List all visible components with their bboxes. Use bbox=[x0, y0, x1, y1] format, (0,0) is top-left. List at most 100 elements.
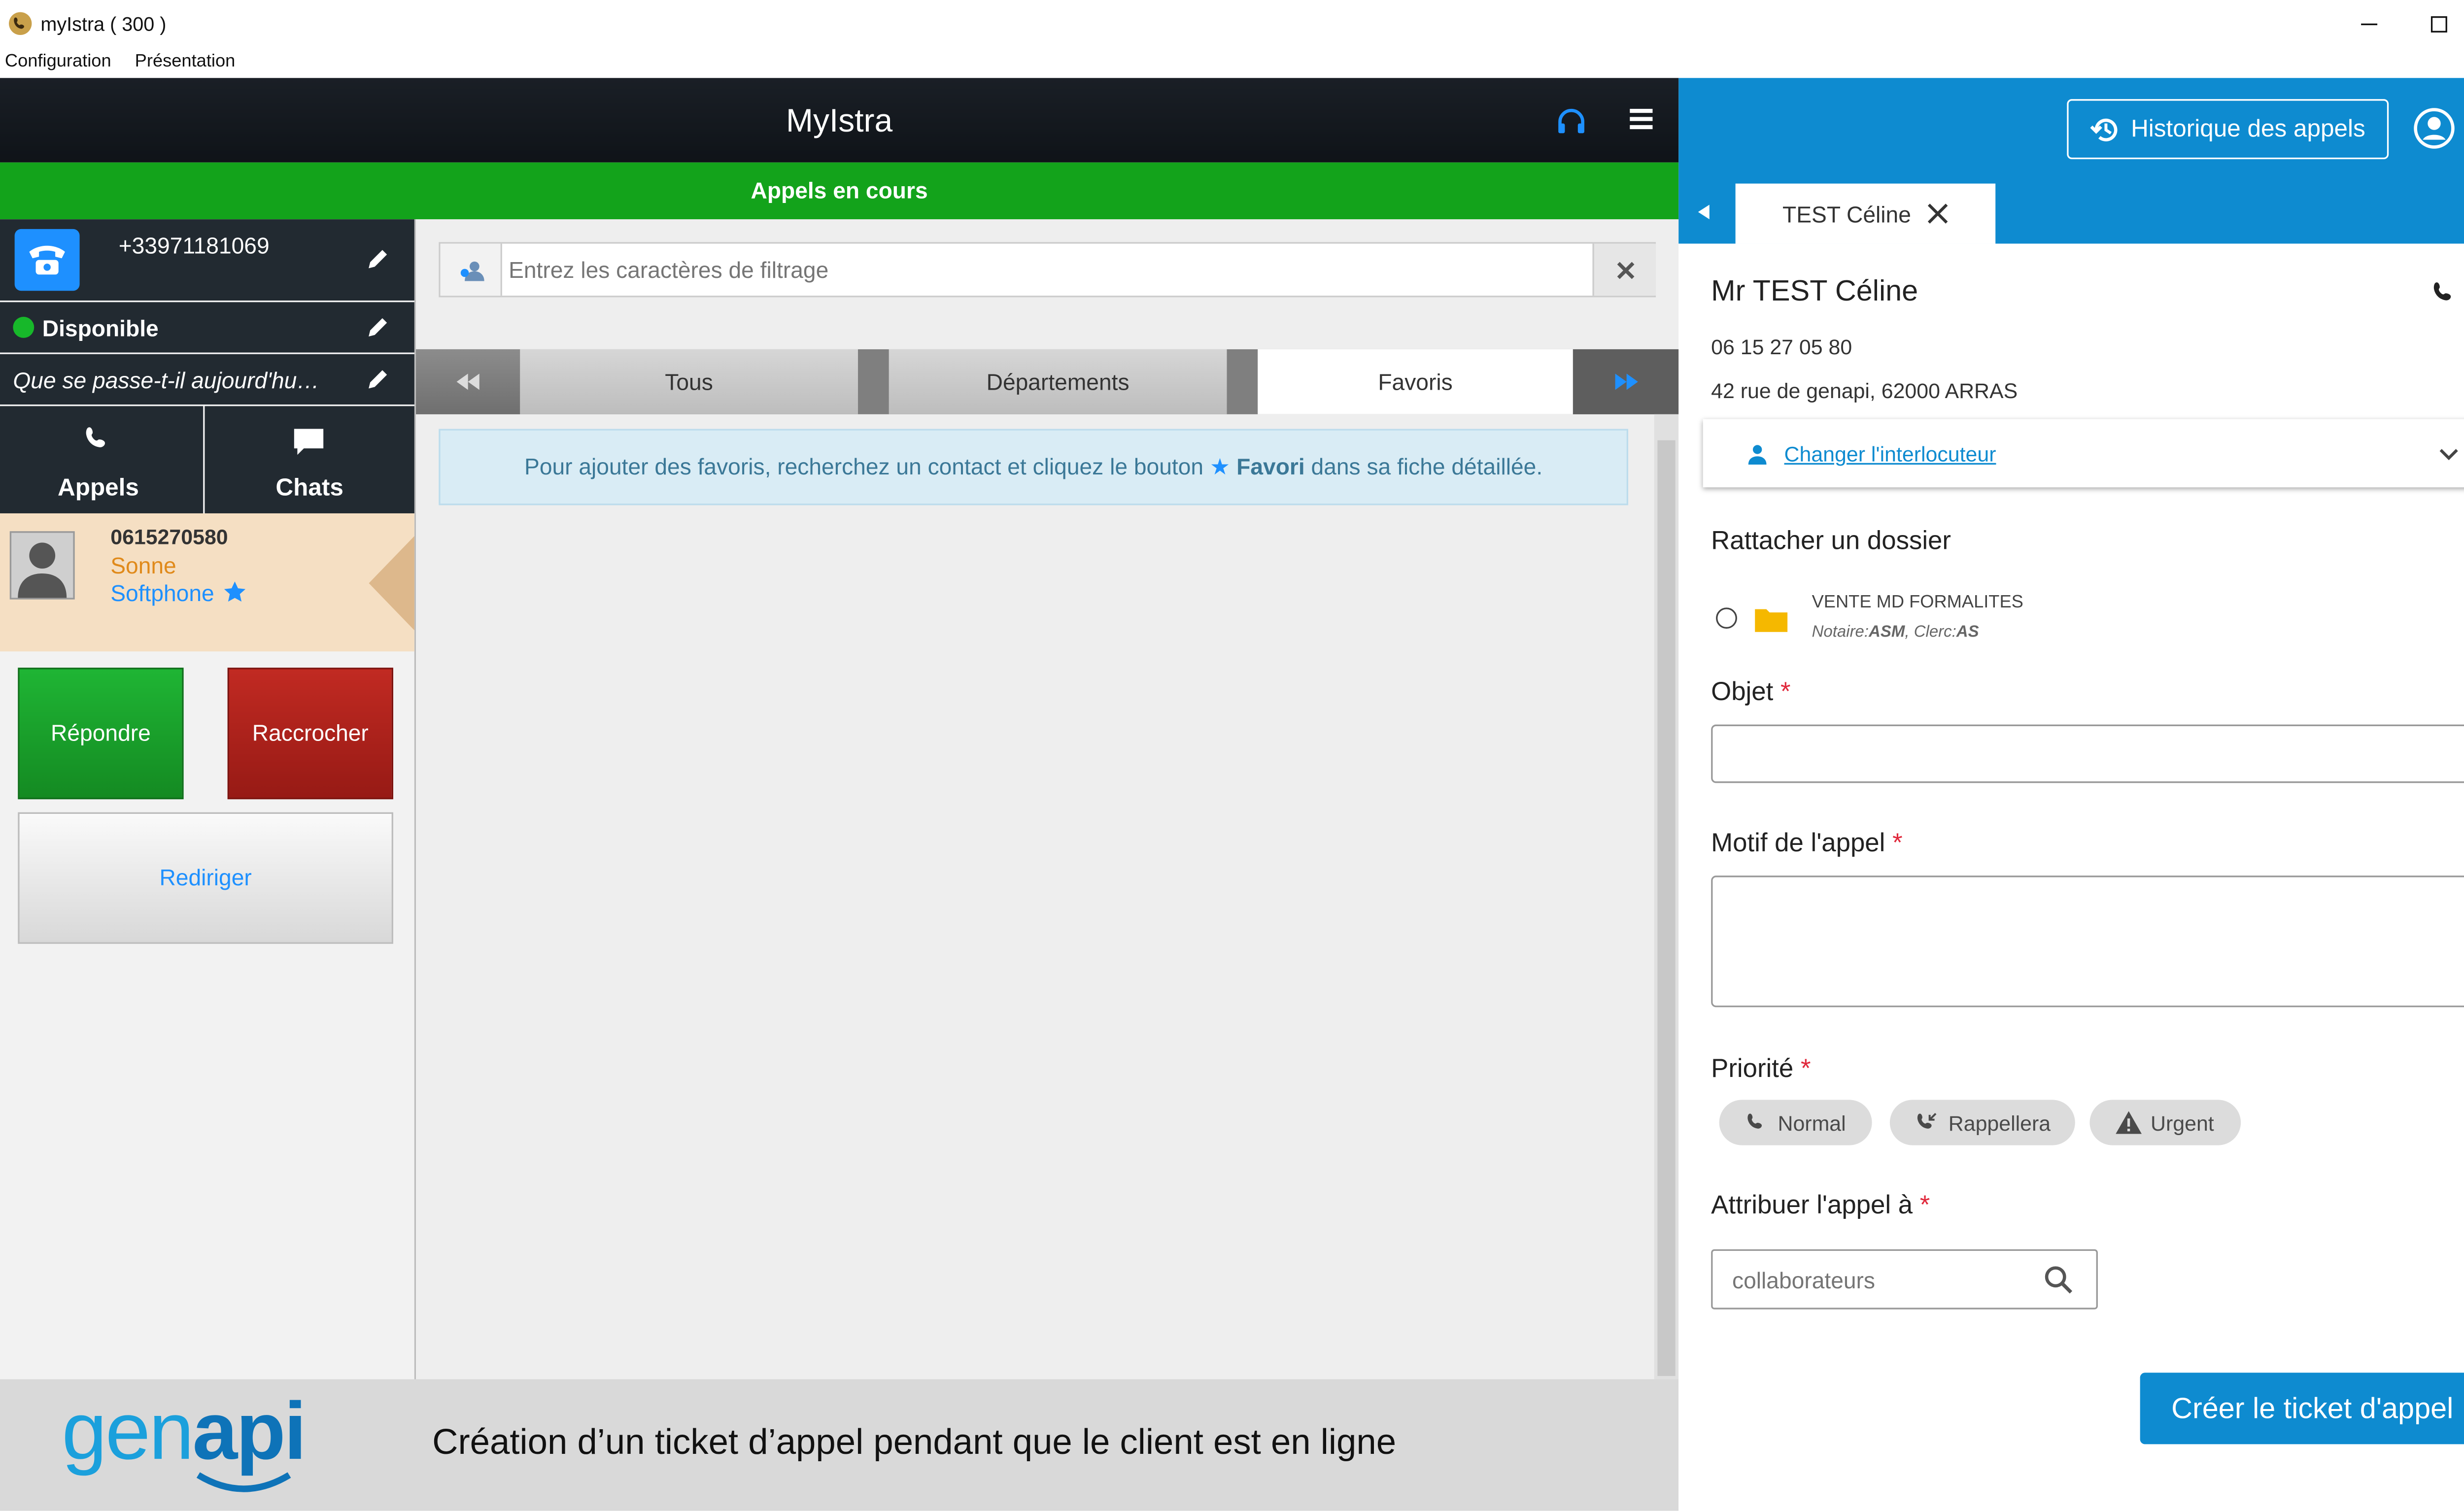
info-star-icon: ★ bbox=[1209, 453, 1231, 479]
priority-rappellera-label: Rappellera bbox=[1948, 1110, 2051, 1135]
contact-address: 42 rue de genapi, 62000 ARRAS bbox=[1711, 378, 2018, 403]
folder-radio[interactable] bbox=[1716, 607, 1737, 629]
tab-chats-label: Chats bbox=[275, 474, 343, 502]
notaire-label: Notaire: bbox=[1812, 624, 1869, 642]
folder-icon bbox=[1753, 604, 1789, 634]
tab-favoris[interactable]: Favoris bbox=[1258, 349, 1573, 414]
logo-api: api bbox=[192, 1385, 307, 1477]
folder-meta: Notaire:ASM, Clerc:AS bbox=[1812, 624, 1979, 641]
footer-banner: genapi Création d’un ticket d’appel pend… bbox=[0, 1379, 1679, 1511]
prev-tabs-icon[interactable] bbox=[416, 349, 520, 414]
filter-input[interactable] bbox=[505, 243, 1584, 296]
status-row[interactable]: Disponible bbox=[0, 302, 414, 353]
chevron-down-icon[interactable] bbox=[2439, 448, 2459, 461]
user-account-icon[interactable] bbox=[2413, 107, 2459, 150]
reason-label-text: Motif de l'appel bbox=[1711, 830, 1885, 858]
contact-tab-label: TEST Céline bbox=[1782, 201, 1911, 227]
clear-filter-icon[interactable] bbox=[1592, 243, 1656, 296]
clerc-value: AS bbox=[1956, 624, 1979, 642]
object-label-text: Objet bbox=[1711, 679, 1774, 707]
minimize-icon[interactable] bbox=[2353, 8, 2386, 40]
center-scrollbar[interactable] bbox=[1654, 414, 1679, 1379]
maximize-icon[interactable] bbox=[2423, 8, 2455, 40]
history-icon bbox=[2090, 113, 2123, 145]
chat-bubble-icon bbox=[291, 426, 327, 458]
contact-tab[interactable]: TEST Céline bbox=[1735, 183, 1996, 244]
mood-text: Que se passe-t-il aujourd'hu… bbox=[13, 367, 320, 393]
phone-icon bbox=[83, 424, 115, 457]
person-icon bbox=[1747, 443, 1768, 465]
priority-label-text: Priorité bbox=[1711, 1056, 1794, 1084]
reason-textarea[interactable] bbox=[1711, 875, 2464, 1007]
status-label: Disponible bbox=[42, 315, 159, 341]
contact-name: Mr TEST Céline bbox=[1711, 274, 1918, 307]
telephone-icon bbox=[14, 229, 80, 291]
hamburger-menu-icon[interactable] bbox=[1628, 105, 1654, 132]
edit-number-icon[interactable] bbox=[366, 247, 390, 271]
selection-arrow bbox=[369, 536, 414, 631]
priority-urgent-label: Urgent bbox=[2151, 1110, 2214, 1135]
edit-status-icon[interactable] bbox=[366, 315, 390, 339]
sidebar: +33971181069 Disponible Que se passe-t-i… bbox=[0, 219, 416, 1379]
object-label: Objet * bbox=[1711, 679, 1790, 708]
history-button[interactable]: Historique des appels bbox=[2067, 99, 2389, 160]
assign-input[interactable] bbox=[1729, 1254, 2028, 1307]
clerc-label: , Clerc: bbox=[1905, 624, 1956, 642]
favorites-info: Pour ajouter des favoris, recherchez un … bbox=[439, 429, 1628, 505]
app-header: MyIstra bbox=[0, 78, 1679, 163]
calls-banner[interactable]: Appels en cours bbox=[0, 162, 1679, 220]
contact-phone: 06 15 27 05 80 bbox=[1711, 335, 1852, 359]
object-select[interactable] bbox=[1711, 724, 2464, 783]
headset-icon[interactable] bbox=[1555, 105, 1588, 138]
status-dot-icon bbox=[13, 316, 34, 338]
change-contact-panel[interactable]: Changer l'interlocuteur bbox=[1703, 419, 2464, 488]
close-tab-icon[interactable] bbox=[1927, 203, 1949, 224]
assign-label-text: Attribuer l'appel à bbox=[1711, 1192, 1913, 1220]
assign-field[interactable] bbox=[1711, 1249, 2098, 1310]
incoming-call-card[interactable]: 0615270580 Sonne Softphone bbox=[0, 513, 414, 652]
line-row: +33971181069 bbox=[0, 219, 414, 301]
search-icon[interactable] bbox=[2044, 1266, 2073, 1295]
center-scroll-thumb[interactable] bbox=[1657, 440, 1676, 1376]
reason-label: Motif de l'appel * bbox=[1711, 830, 1902, 859]
mood-row[interactable]: Que se passe-t-il aujourd'hu… bbox=[0, 354, 414, 405]
priority-urgent[interactable]: Urgent bbox=[2089, 1100, 2241, 1145]
next-tabs-icon[interactable] bbox=[1573, 349, 1679, 414]
menu-configuration[interactable]: Configuration bbox=[5, 52, 111, 72]
create-ticket-button[interactable]: Créer le ticket d'appel bbox=[2140, 1373, 2464, 1444]
history-label: Historique des appels bbox=[2131, 115, 2365, 143]
tab-appels-label: Appels bbox=[58, 474, 139, 502]
tab-departements[interactable]: Départements bbox=[889, 349, 1227, 414]
answer-button[interactable]: Répondre bbox=[18, 668, 184, 800]
tab-chats[interactable]: Chats bbox=[205, 406, 414, 513]
info-suffix: dans sa fiche détaillée. bbox=[1311, 453, 1543, 479]
priority-label: Priorité * bbox=[1711, 1056, 1811, 1085]
info-prefix: Pour ajouter des favoris, recherchez un … bbox=[524, 453, 1204, 479]
tab-tous[interactable]: Tous bbox=[520, 349, 858, 414]
filter-bar bbox=[439, 242, 1656, 298]
attach-title: Rattacher un dossier bbox=[1711, 528, 1951, 556]
caller-number: 0615270580 bbox=[110, 525, 228, 549]
directory-panel: Tous Départements Favoris Pour ajouter d… bbox=[416, 219, 1679, 1379]
menu-presentation[interactable]: Présentation bbox=[135, 52, 236, 72]
ticket-form: Mr TEST Céline 1 06 15 27 05 80 42 rue d… bbox=[1678, 243, 2464, 1511]
ticket-header: Historique des appels TEST Céline bbox=[1678, 78, 2464, 244]
footer-caption: Création d’un ticket d’appel pendant que… bbox=[432, 1421, 1397, 1462]
phone-priority-icon bbox=[1745, 1110, 1770, 1135]
contact-filter-icon bbox=[440, 243, 502, 296]
redirect-button[interactable]: Rediriger bbox=[18, 812, 393, 944]
call-state: Sonne bbox=[110, 552, 176, 578]
priority-rappellera[interactable]: Rappellera bbox=[1889, 1100, 2075, 1145]
edit-mood-icon[interactable] bbox=[366, 367, 390, 391]
tab-appels[interactable]: Appels bbox=[0, 406, 204, 513]
change-contact-link[interactable]: Changer l'interlocuteur bbox=[1784, 442, 1996, 466]
tab-scroll-left-icon[interactable] bbox=[1698, 204, 1710, 220]
assign-label: Attribuer l'appel à * bbox=[1711, 1192, 1930, 1221]
star-icon bbox=[223, 580, 247, 604]
priority-required-mark: * bbox=[1800, 1056, 1811, 1084]
priority-normal[interactable]: Normal bbox=[1719, 1100, 1872, 1145]
priority-normal-label: Normal bbox=[1778, 1110, 1846, 1135]
hangup-button[interactable]: Raccrocher bbox=[227, 668, 393, 800]
warning-icon bbox=[2116, 1111, 2143, 1134]
notaire-value: ASM bbox=[1869, 624, 1905, 642]
